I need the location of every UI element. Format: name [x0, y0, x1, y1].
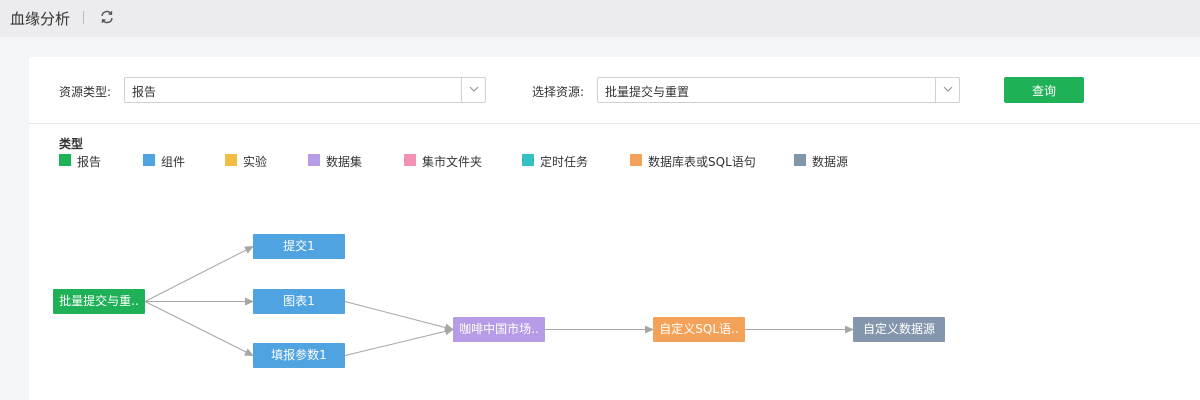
resource-label: 选择资源: — [532, 85, 585, 99]
legend-swatch — [308, 154, 320, 166]
graph-node-submit1[interactable]: 提交1 — [253, 234, 345, 259]
chevron-down-icon — [469, 86, 479, 92]
graph-node-dataset[interactable]: 咖啡中国市场.. — [453, 317, 545, 342]
filter-bar: 资源类型: 报告 选择资源: 批量提交与重置 查询 — [29, 57, 1200, 124]
legend-label: 数据集 — [326, 155, 363, 169]
resource-value: 批量提交与重置 — [605, 85, 690, 99]
resource-select[interactable]: 批量提交与重置 — [597, 77, 960, 103]
title-divider — [83, 11, 84, 24]
query-button[interactable]: 查询 — [1004, 77, 1084, 103]
resource-type-value: 报告 — [132, 85, 157, 99]
legend-swatch — [404, 154, 416, 166]
resource-type-dropdown-toggle[interactable] — [461, 78, 485, 102]
legend-label: 实验 — [243, 155, 268, 169]
resource-type-select[interactable]: 报告 — [124, 77, 486, 103]
legend-swatch — [225, 154, 237, 166]
legend-label: 定时任务 — [540, 155, 589, 169]
legend-label: 数据库表或SQL语句 — [648, 155, 756, 169]
legend-swatch — [143, 154, 155, 166]
chevron-down-icon — [943, 86, 953, 92]
resource-type-label: 资源类型: — [59, 85, 112, 99]
graph-node-datasource[interactable]: 自定义数据源 — [853, 317, 945, 342]
graph-node-chart1[interactable]: 图表1 — [253, 289, 345, 314]
legend-swatch — [630, 154, 642, 166]
main-panel: 资源类型: 报告 选择资源: 批量提交与重置 查询 类型 报告 组件 实验 数据集 集市… — [29, 57, 1200, 400]
legend-label: 数据源 — [812, 155, 849, 169]
page-title: 血缘分析 — [10, 10, 71, 28]
graph-node-report[interactable]: 批量提交与重.. — [53, 289, 145, 314]
legend-label: 组件 — [161, 155, 186, 169]
resource-dropdown-toggle[interactable] — [935, 78, 959, 102]
legend-title: 类型 — [59, 137, 84, 151]
legend-label: 集市文件夹 — [422, 155, 483, 169]
graph-node-param1[interactable]: 填报参数1 — [253, 343, 345, 368]
refresh-icon[interactable] — [99, 9, 115, 25]
legend-swatch — [522, 154, 534, 166]
legend-swatch — [794, 154, 806, 166]
legend-label: 报告 — [77, 155, 102, 169]
legend-swatch — [59, 154, 71, 166]
graph-node-sql[interactable]: 自定义SQL语.. — [653, 317, 745, 342]
top-bar: 血缘分析 — [0, 0, 1200, 37]
